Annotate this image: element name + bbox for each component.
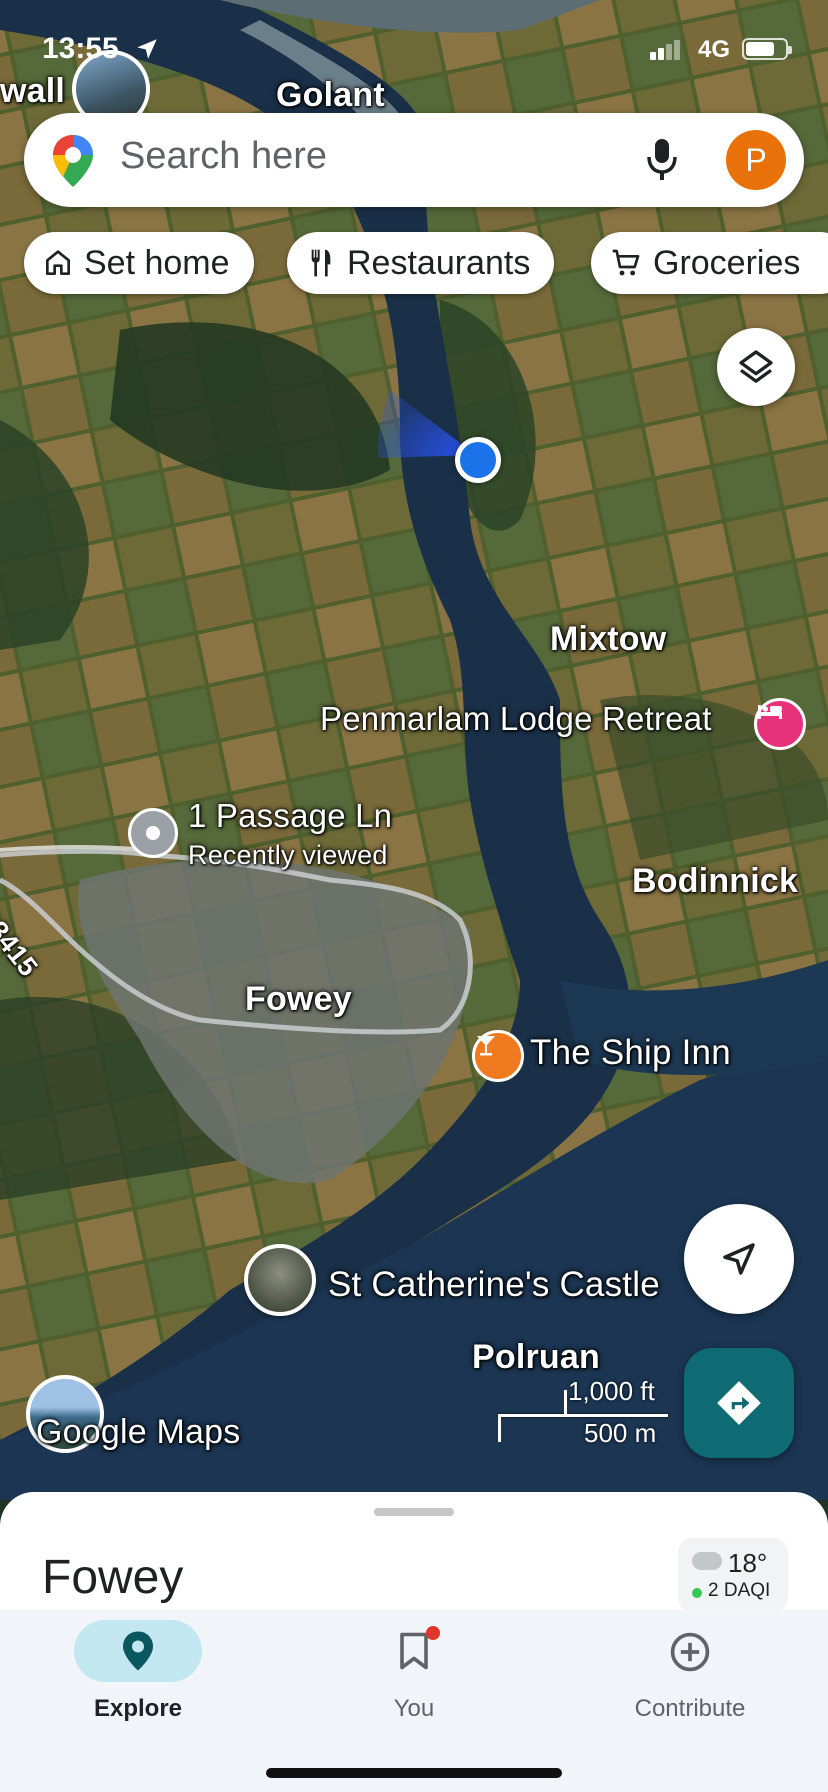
map-label-wall: wall: [0, 72, 66, 110]
chip-groceries[interactable]: Groceries: [591, 232, 828, 294]
nav-contribute[interactable]: Contribute: [552, 1610, 828, 1792]
avatar-letter: P: [745, 141, 767, 178]
bottom-sheet[interactable]: Fowey 18° 2 DAQI: [0, 1492, 828, 1612]
navigation-arrow-icon: [723, 1243, 755, 1275]
map-label-ship-inn[interactable]: The Ship Inn: [530, 1033, 731, 1073]
location-arrow-icon: [134, 36, 160, 67]
map-label-passage[interactable]: 1 Passage Ln: [188, 797, 392, 835]
hotel-pin-icon[interactable]: [754, 698, 806, 750]
chip-groceries-label: Groceries: [653, 243, 801, 282]
search-bar[interactable]: Search here P: [24, 113, 804, 207]
sheet-title: Fowey: [42, 1551, 184, 1604]
nav-explore[interactable]: Explore: [0, 1610, 276, 1792]
map-label-recently-viewed: Recently viewed: [188, 840, 388, 870]
cart-icon: [612, 249, 640, 276]
explore-pin-icon: [123, 1631, 153, 1671]
signal-icon: [650, 40, 680, 60]
home-indicator: [266, 1768, 562, 1778]
battery-icon: [742, 38, 792, 60]
restaurant-icon: [311, 249, 331, 277]
account-avatar[interactable]: P: [726, 130, 786, 190]
recenter-button[interactable]: [684, 1204, 794, 1314]
scale-imperial: 1,000 ft: [568, 1376, 655, 1406]
weather-temperature: 18°: [728, 1548, 768, 1578]
google-maps-watermark: Google Maps: [36, 1413, 241, 1451]
bar-pin-icon[interactable]: [472, 1030, 524, 1082]
castle-photo-pin[interactable]: [244, 1244, 316, 1316]
recent-pin-icon[interactable]: [128, 808, 178, 858]
map-label-mixtow: Mixtow: [550, 620, 667, 658]
status-time: 13:55: [42, 32, 119, 65]
scale-metric: 500 m: [584, 1418, 657, 1448]
directions-icon: [717, 1381, 761, 1425]
home-icon: [46, 250, 70, 275]
map-label-penmarlam[interactable]: Penmarlam Lodge Retreat: [320, 700, 712, 738]
sheet-handle[interactable]: [374, 1508, 454, 1516]
search-placeholder[interactable]: Search here: [120, 135, 327, 178]
map-label-polruan: Polruan: [472, 1338, 600, 1376]
layers-button[interactable]: [717, 328, 795, 406]
chip-restaurants[interactable]: Restaurants: [287, 232, 555, 294]
map-label-castle[interactable]: St Catherine's Castle: [328, 1265, 660, 1305]
add-circle-icon: [670, 1632, 710, 1672]
map-label-bodinnick: Bodinnick: [632, 862, 799, 900]
map-scale: 1,000 ft 500 m: [498, 1376, 668, 1448]
nav-contribute-label: Contribute: [634, 1695, 746, 1722]
current-location-dot: [455, 437, 501, 483]
chip-restaurants-label: Restaurants: [347, 243, 531, 282]
status-bar: 13:55 4G: [0, 30, 828, 70]
nav-you[interactable]: You: [276, 1610, 552, 1792]
map-label-golant: Golant: [276, 76, 385, 114]
layers-icon: [739, 350, 773, 383]
aqi-dot-icon: [692, 1588, 702, 1598]
directions-button[interactable]: [684, 1348, 794, 1458]
weather-card[interactable]: 18° 2 DAQI: [678, 1538, 788, 1612]
cloud-icon: [692, 1552, 722, 1570]
microphone-icon[interactable]: [644, 137, 680, 188]
network-label: 4G: [698, 36, 731, 63]
bottom-navigation: Explore You Contribute: [0, 1610, 828, 1792]
nav-you-label: You: [393, 1695, 435, 1722]
weather-aqi: 2 DAQI: [708, 1580, 771, 1601]
chip-set-home[interactable]: Set home: [24, 232, 254, 294]
chip-set-home-label: Set home: [84, 243, 230, 282]
map-label-fowey: Fowey: [245, 980, 352, 1018]
nav-explore-label: Explore: [93, 1695, 183, 1722]
notification-dot: [426, 1626, 440, 1640]
google-maps-logo-icon: [50, 133, 96, 194]
